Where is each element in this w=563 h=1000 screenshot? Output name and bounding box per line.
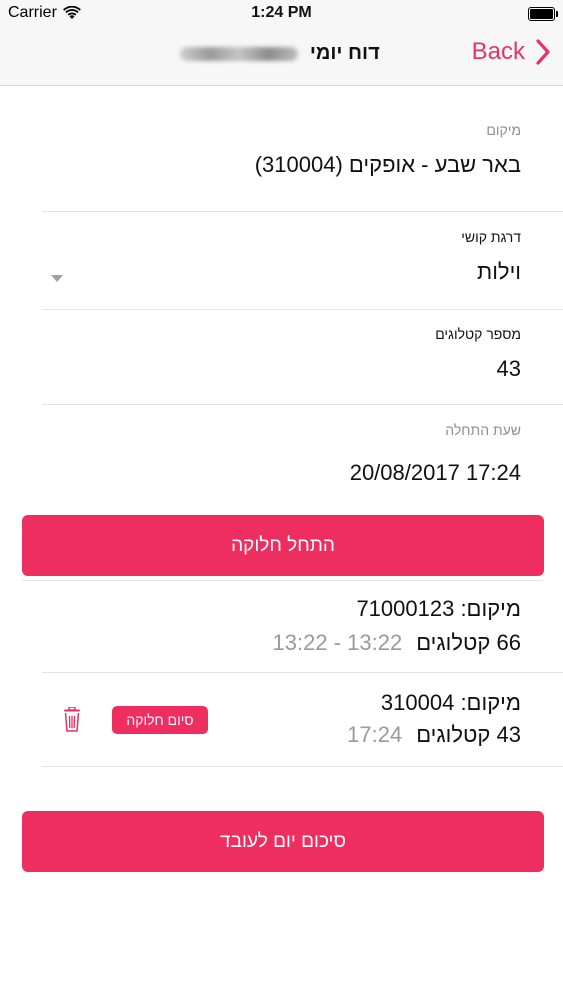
page-title-text: דוח יומי [309, 42, 380, 64]
battery-icon [528, 7, 558, 21]
start-time-field[interactable]: שעת התחלה 17:24 20/08/2017 [42, 422, 521, 486]
difficulty-value: וילות [477, 259, 521, 284]
row-catalog-count: 66 קטלוגים [416, 630, 521, 655]
start-time-label: שעת התחלה [445, 422, 521, 438]
navigation-bar: דוח יומי Back [0, 28, 563, 86]
status-clock: 1:24 PM [251, 4, 312, 21]
end-distribution-button[interactable]: סיום חלוקה [112, 706, 208, 734]
start-distribution-button[interactable]: התחל חלוקה [22, 515, 544, 576]
trash-icon[interactable] [62, 707, 82, 733]
distribution-row[interactable]: מיקום: 71000123 66 קטלוגים 13:22 - 13:22 [0, 594, 563, 672]
divider [42, 309, 563, 310]
row-location: מיקום: 71000123 [356, 596, 521, 621]
row-details: 43 קטלוגים 17:24 [347, 722, 521, 748]
blurred-user-name [180, 46, 299, 61]
distribution-row[interactable]: מיקום: 310004 43 קטלוגים 17:24 סיום חלוקה [0, 688, 563, 766]
divider [42, 766, 563, 767]
start-time-value: 17:24 20/08/2017 [349, 460, 521, 485]
status-bar: Carrier 1:24 PM [0, 0, 563, 28]
row-time-range: 13:22 - 13:22 [272, 630, 403, 655]
daily-summary-button[interactable]: סיכום יום לעובד [22, 811, 544, 872]
row-time: 17:24 [347, 722, 403, 747]
page-title: דוח יומי [150, 42, 410, 65]
location-value: באר שבע - אופקים (310004) [254, 152, 521, 177]
catalog-count-label: מספר קטלוגים [435, 326, 521, 342]
divider [42, 404, 563, 405]
difficulty-field[interactable]: דרגת קושי וילות [42, 229, 521, 285]
chevron-right-icon [536, 39, 550, 65]
catalog-count-value: 43 [496, 356, 521, 381]
location-label: מיקום [486, 122, 521, 138]
divider [22, 580, 543, 581]
row-catalog-count: 43 קטלוגים [416, 722, 521, 747]
back-button[interactable]: Back [472, 38, 551, 66]
divider [42, 672, 563, 673]
row-location: מיקום: 310004 [380, 690, 521, 715]
catalog-count-field[interactable]: מספר קטלוגים 43 [42, 326, 521, 382]
dropdown-arrow-icon[interactable] [51, 275, 63, 283]
back-label: Back [471, 38, 525, 65]
divider [42, 211, 563, 212]
difficulty-label: דרגת קושי [461, 229, 521, 245]
location-field[interactable]: מיקום באר שבע - אופקים (310004) [42, 122, 521, 178]
row-details: 66 קטלוגים 13:22 - 13:22 [273, 630, 522, 656]
